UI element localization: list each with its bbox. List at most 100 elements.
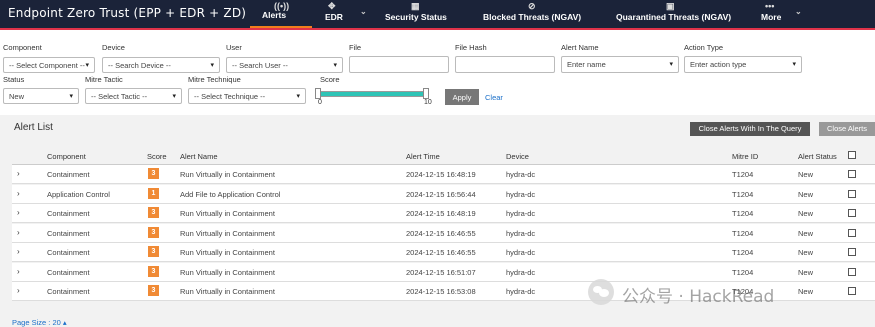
- alert-name-input[interactable]: Enter name ▾: [561, 56, 679, 73]
- row-alert-name: Run Virtually in Containment: [180, 267, 275, 277]
- caret-down-icon: ▾: [296, 93, 300, 100]
- column-mitre-id[interactable]: Mitre ID: [732, 152, 758, 161]
- row-alert-time: 2024-12-15 16:46:55: [406, 248, 476, 257]
- column-alert-status[interactable]: Alert Status: [798, 152, 837, 161]
- file-hash-input[interactable]: [455, 56, 555, 73]
- row-component: Containment: [47, 228, 90, 238]
- row-device: hydra-dc: [506, 170, 536, 179]
- expand-row-chevron-icon[interactable]: ›: [17, 247, 20, 256]
- expand-row-chevron-icon[interactable]: ›: [17, 228, 20, 237]
- score-badge: 3: [148, 207, 159, 218]
- score-badge: 3: [148, 285, 159, 296]
- score-label: Score: [320, 75, 340, 84]
- expand-row-chevron-icon[interactable]: ›: [17, 189, 20, 198]
- row-device: hydra-dc: [506, 209, 536, 218]
- column-score[interactable]: Score: [147, 152, 167, 161]
- score-badge: 3: [148, 265, 159, 277]
- user-select[interactable]: -- Search User -- ▾: [226, 57, 343, 73]
- select-all-checkbox[interactable]: [848, 151, 856, 159]
- column-alert-name[interactable]: Alert Name: [180, 152, 218, 161]
- file-input[interactable]: [349, 56, 449, 73]
- tab-edr[interactable]: ✥ EDR ⌄: [322, 0, 370, 28]
- status-select[interactable]: New ▾: [3, 88, 79, 104]
- row-alert-time: 2024-12-15 16:53:08: [406, 287, 476, 296]
- row-select-checkbox[interactable]: [848, 228, 856, 237]
- mitre-tactic-select[interactable]: -- Select Tactic -- ▾: [85, 88, 182, 104]
- caret-down-icon: ▾: [669, 61, 673, 68]
- tab-blocked-threats[interactable]: ⊘ Blocked Threats (NGAV): [483, 0, 593, 28]
- row-device: hydra-dc: [506, 189, 536, 199]
- table-row[interactable]: › Containment Run Virtually in Containment…: [12, 204, 875, 223]
- tab-more[interactable]: ••• More ⌄: [760, 0, 815, 28]
- action-type-label: Action Type: [684, 43, 724, 52]
- caret-down-icon: ▾: [85, 62, 89, 69]
- row-mitre-id: T1204: [732, 189, 754, 199]
- table-row[interactable]: › Containment Run Virtually in Containment…: [12, 262, 875, 282]
- score-badge: 1: [148, 187, 159, 199]
- row-alert-status: New: [798, 248, 814, 257]
- row-alert-name: Run Virtually in Containment: [180, 287, 275, 296]
- more-dots-icon: •••: [765, 1, 775, 11]
- row-mitre-id: T1204: [732, 209, 754, 218]
- column-component[interactable]: Component: [47, 152, 86, 161]
- score-max-value: 10: [424, 99, 432, 106]
- row-device: hydra-dc: [506, 287, 536, 296]
- column-alert-time[interactable]: Alert Time: [406, 152, 440, 161]
- row-alert-name: Run Virtually in Containment: [180, 209, 275, 218]
- table-row[interactable]: › Containment Run Virtually in Containment…: [12, 243, 875, 262]
- row-select-checkbox[interactable]: [848, 209, 856, 217]
- tab-quarantined-threats[interactable]: ▣ Quarantined Threats (NGAV): [616, 0, 741, 28]
- row-alert-time: 2024-12-15 16:56:44: [406, 189, 476, 199]
- caret-down-icon: ▾: [210, 62, 214, 69]
- row-select-checkbox[interactable]: [848, 287, 856, 295]
- expand-row-chevron-icon[interactable]: ›: [17, 267, 20, 276]
- apply-button[interactable]: Apply: [445, 89, 479, 105]
- caret-down-icon: ▾: [792, 61, 796, 68]
- expand-row-chevron-icon[interactable]: ›: [17, 169, 20, 178]
- action-type-input[interactable]: Enter action type ▾: [684, 56, 802, 73]
- close-alerts-button[interactable]: Close Alerts: [819, 122, 875, 136]
- caret-up-icon: ▴: [62, 318, 67, 327]
- page-size-selector[interactable]: Page Size : 20 ▴: [12, 318, 67, 327]
- tab-alerts[interactable]: ((•)) Alerts: [250, 0, 312, 28]
- component-select[interactable]: -- Select Component -- ▾: [3, 57, 95, 73]
- close-alerts-within-query-button[interactable]: Close Alerts With In The Query: [690, 122, 810, 136]
- expand-row-chevron-icon[interactable]: ›: [17, 208, 20, 217]
- column-device[interactable]: Device: [506, 152, 529, 161]
- watermark-text: 公众号 · HackRead: [622, 287, 775, 307]
- score-slider-track[interactable]: [318, 91, 426, 97]
- device-select[interactable]: -- Search Device -- ▾: [102, 57, 220, 73]
- score-slider-min-handle[interactable]: [315, 88, 321, 99]
- table-row[interactable]: › Application Control Add File to Applicat…: [12, 184, 875, 204]
- quarantine-icon: ▣: [666, 1, 675, 11]
- row-select-checkbox[interactable]: [848, 189, 856, 198]
- tab-security-status[interactable]: ▦ Security Status: [385, 0, 465, 28]
- row-component: Containment: [47, 209, 90, 218]
- chevron-down-icon: ⌄: [795, 7, 802, 16]
- row-alert-name: Run Virtually in Containment: [180, 228, 275, 238]
- mitre-technique-label: Mitre Technique: [188, 75, 241, 84]
- expand-row-chevron-icon[interactable]: ›: [17, 286, 20, 295]
- score-slider-fill: [319, 92, 425, 96]
- row-select-checkbox[interactable]: [848, 170, 856, 178]
- mitre-technique-select[interactable]: -- Select Technique -- ▾: [188, 88, 306, 104]
- table-row[interactable]: › Containment Run Virtually in Containment…: [12, 223, 875, 243]
- alert-name-label: Alert Name: [561, 43, 599, 52]
- row-alert-time: 2024-12-15 16:48:19: [406, 170, 476, 179]
- row-alert-name: Run Virtually in Containment: [180, 170, 275, 179]
- status-label: Status: [3, 75, 25, 84]
- caret-down-icon: ▾: [333, 62, 337, 69]
- score-slider-max-handle[interactable]: [423, 88, 429, 99]
- table-row[interactable]: › Containment Run Virtually in Containment…: [12, 165, 875, 184]
- row-alert-name: Run Virtually in Containment: [180, 248, 275, 257]
- clear-link[interactable]: Clear: [485, 93, 503, 102]
- row-alert-status: New: [798, 228, 814, 238]
- file-label: File: [349, 43, 362, 52]
- row-device: hydra-dc: [506, 267, 536, 277]
- row-alert-status: New: [798, 287, 814, 296]
- row-select-checkbox[interactable]: [848, 267, 856, 276]
- row-mitre-id: T1204: [732, 170, 754, 179]
- row-alert-time: 2024-12-15 16:46:55: [406, 228, 476, 238]
- row-device: hydra-dc: [506, 248, 536, 257]
- row-select-checkbox[interactable]: [848, 248, 856, 256]
